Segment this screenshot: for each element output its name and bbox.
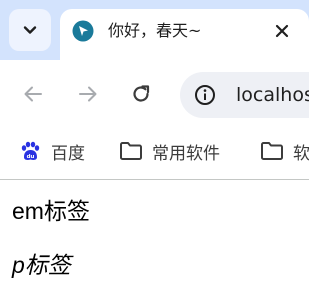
bookmark-label: 软 — [293, 143, 309, 164]
toolbar: localhost — [0, 60, 309, 128]
bookmark-label: 常用软件 — [152, 143, 220, 164]
reload-button[interactable] — [129, 82, 153, 106]
folder-icon — [259, 138, 285, 164]
chevron-down-icon — [23, 26, 37, 34]
active-tab[interactable]: 你好，春天~ — [60, 9, 309, 60]
folder-icon — [118, 138, 144, 164]
tab-close-button[interactable] — [272, 21, 292, 41]
close-icon — [275, 24, 289, 38]
back-button[interactable] — [21, 82, 45, 106]
forward-button[interactable] — [76, 82, 100, 106]
baidu-icon: du — [17, 138, 43, 164]
tab-title: 你好，春天~ — [108, 21, 202, 40]
svg-text:du: du — [27, 154, 35, 160]
info-icon[interactable] — [194, 84, 216, 106]
browser-window: 你好，春天~ localhos du 百度 常用软件 软 em标签 p标签 — [0, 0, 309, 293]
bookmark-folder-common-software[interactable]: 常用软件 — [118, 138, 220, 164]
em-text: em标签 — [12, 198, 90, 224]
p-text: p标签 — [12, 252, 71, 278]
forward-arrow-icon — [79, 86, 97, 102]
back-arrow-icon — [24, 86, 42, 102]
page-content: em标签 p标签 — [0, 180, 309, 293]
bookmark-folder-software[interactable]: 软 — [259, 138, 309, 164]
tab-strip: 你好，春天~ — [0, 0, 309, 60]
bookmark-baidu[interactable]: du 百度 — [17, 138, 85, 164]
url-text[interactable]: localhost — [236, 83, 309, 107]
address-bar[interactable]: localhost — [180, 72, 309, 118]
reload-icon — [133, 85, 150, 102]
bookmarks-bar: du 百度 常用软件 软 — [0, 128, 309, 174]
site-favicon-icon — [72, 20, 94, 42]
tab-search-button[interactable] — [9, 9, 51, 51]
bookmark-label: 百度 — [51, 143, 85, 164]
